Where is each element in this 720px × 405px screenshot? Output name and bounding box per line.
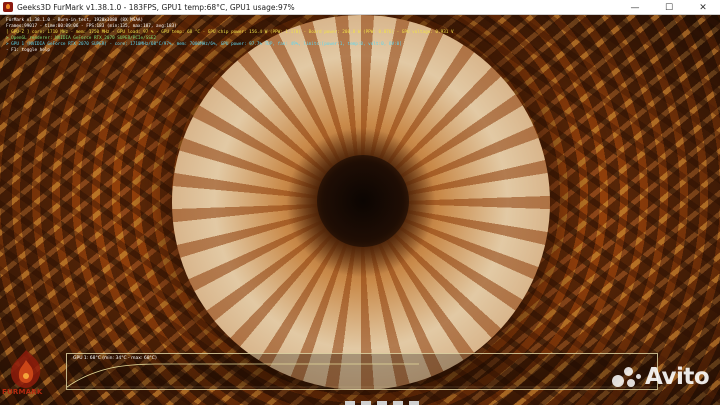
furmark-app-icon xyxy=(3,2,13,12)
title-bar[interactable]: Geeks3D FurMark v1.38.1.0 - 183FPS, GPU1… xyxy=(0,0,720,15)
temperature-line xyxy=(67,363,419,388)
avito-wordmark: Avito xyxy=(645,364,710,390)
render-viewport[interactable] xyxy=(0,15,720,405)
temperature-graph: GPU 1: 68°C (min: 34°C - max: 68°C) xyxy=(66,353,658,390)
taskbar-item[interactable] xyxy=(377,401,387,405)
furmark-logo-text: FURMARK xyxy=(2,388,43,396)
avito-logo-icon xyxy=(612,365,642,389)
osd-line-gpu1: > GPU 1 (NVIDIA GeForce RTX 2070 SUPER) … xyxy=(6,42,402,47)
taskbar-item[interactable] xyxy=(345,401,355,405)
window-controls: — ☐ ✕ xyxy=(618,0,720,15)
taskbar-strip xyxy=(345,401,495,405)
taskbar-item[interactable] xyxy=(361,401,371,405)
maximize-button[interactable]: ☐ xyxy=(652,0,686,15)
taskbar-item[interactable] xyxy=(393,401,403,405)
fur-donut-center xyxy=(317,155,409,247)
osd-overlay: FurMark v1.38.1.0 - Burn-in test, 1920x1… xyxy=(6,18,454,54)
osd-line-help: - F1: toggle help xyxy=(6,48,50,53)
taskbar-item[interactable] xyxy=(409,401,419,405)
close-button[interactable]: ✕ xyxy=(686,0,720,15)
graph-label: GPU 1: 68°C (min: 34°C - max: 68°C) xyxy=(73,356,157,361)
avito-watermark: Avito xyxy=(612,364,710,390)
window-title: Geeks3D FurMark v1.38.1.0 - 183FPS, GPU1… xyxy=(17,2,295,12)
furmark-logo-icon xyxy=(10,350,41,388)
minimize-button[interactable]: — xyxy=(618,0,652,15)
